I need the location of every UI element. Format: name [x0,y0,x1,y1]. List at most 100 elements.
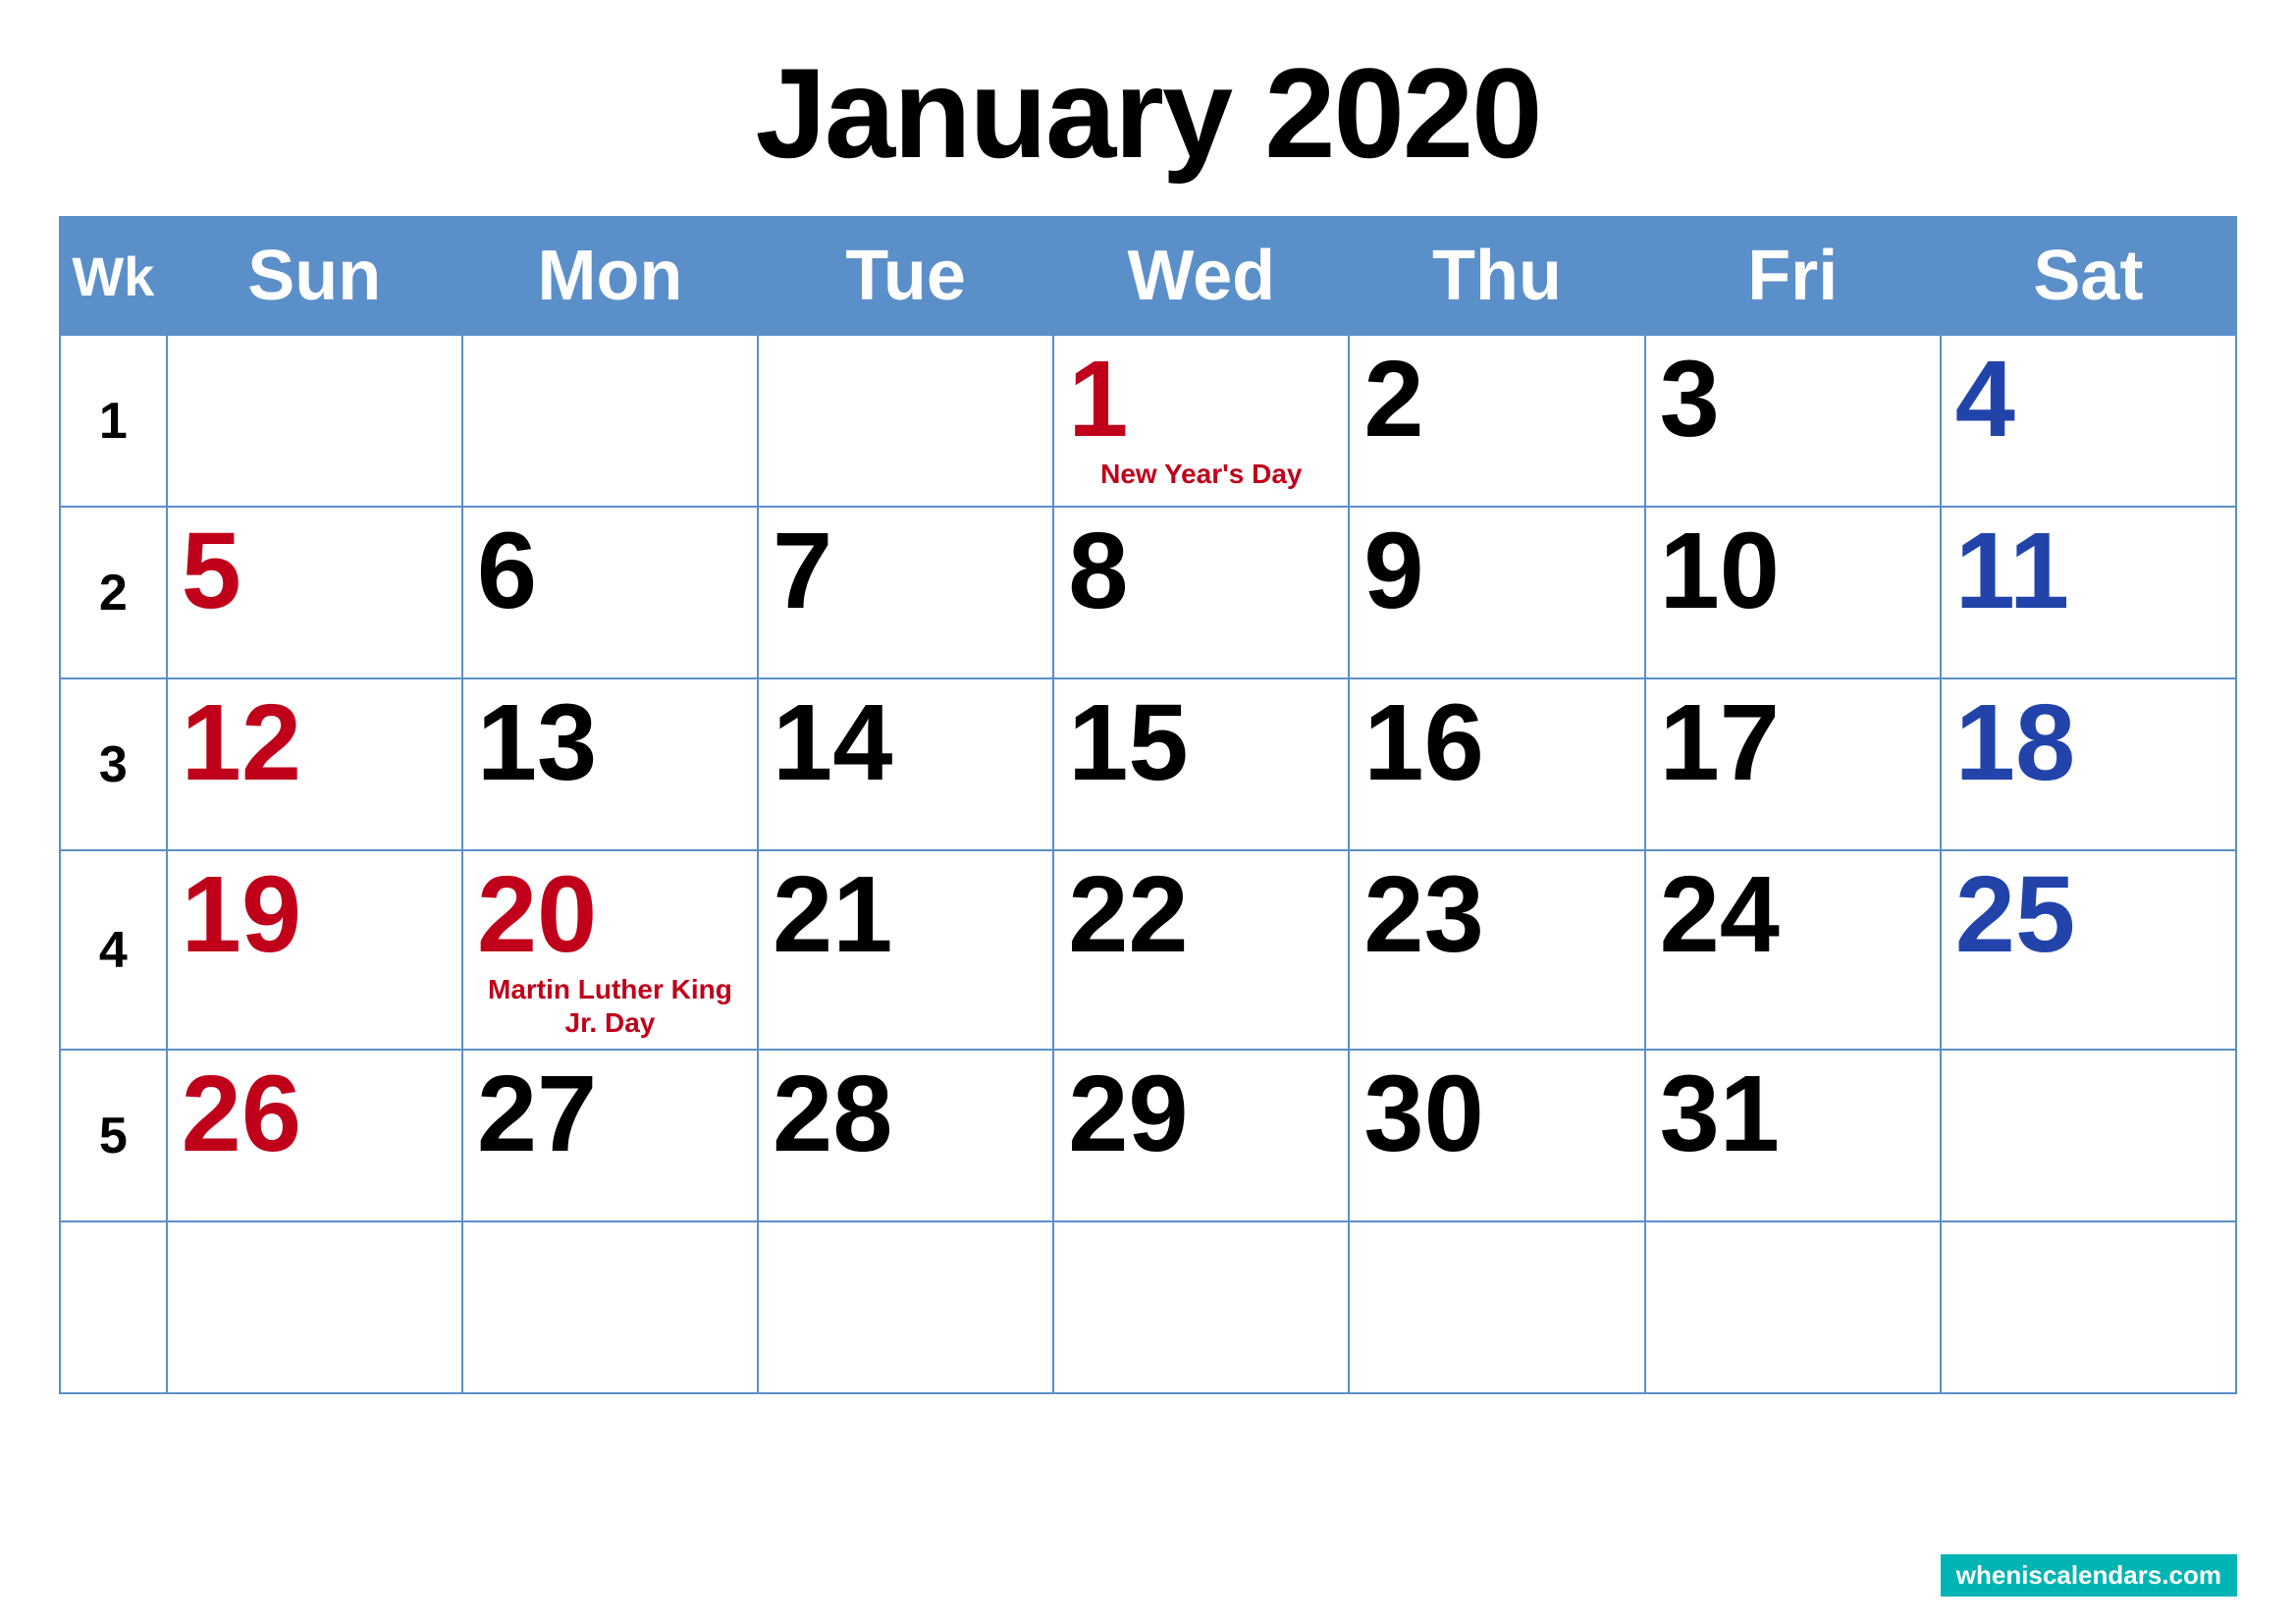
day-cell [758,1221,1053,1393]
watermark: wheniscalendars.com [1941,1554,2237,1597]
day-number: 29 [1068,1060,1334,1168]
day-cell: 20Martin Luther King Jr. Day [462,850,758,1050]
col-header-tue: Tue [758,217,1053,335]
day-cell: 19 [167,850,462,1050]
day-number: 7 [773,517,1039,625]
day-cell: 2 [1349,335,1644,507]
day-cell: 12 [167,678,462,850]
day-cell [462,335,758,507]
calendar-week-row [60,1221,2236,1393]
day-cell: 11 [1941,507,2236,678]
day-number: 6 [477,517,743,625]
col-header-sun: Sun [167,217,462,335]
col-header-thu: Thu [1349,217,1644,335]
day-number: 14 [773,689,1039,797]
day-number: 26 [182,1060,448,1168]
day-cell: 18 [1941,678,2236,850]
day-cell: 25 [1941,850,2236,1050]
day-cell: 24 [1645,850,1941,1050]
day-cell: 22 [1053,850,1349,1050]
day-number: 22 [1068,861,1334,969]
col-header-fri: Fri [1645,217,1941,335]
day-number: 9 [1363,517,1629,625]
day-cell: 6 [462,507,758,678]
day-number: 28 [773,1060,1039,1168]
week-number [60,1221,167,1393]
day-number: 2 [1363,346,1629,454]
day-cell: 3 [1645,335,1941,507]
day-cell: 30 [1349,1050,1644,1221]
day-number: 15 [1068,689,1334,797]
day-number: 1 [1068,346,1334,454]
week-number: 3 [60,678,167,850]
day-number: 25 [1955,861,2221,969]
day-number: 21 [773,861,1039,969]
day-cell: 16 [1349,678,1644,850]
col-header-wed: Wed [1053,217,1349,335]
holiday-label: New Year's Day [1068,458,1334,491]
day-cell: 29 [1053,1050,1349,1221]
day-cell: 17 [1645,678,1941,850]
day-number: 8 [1068,517,1334,625]
day-number: 19 [182,861,448,969]
day-number: 30 [1363,1060,1629,1168]
week-number: 2 [60,507,167,678]
day-cell: 10 [1645,507,1941,678]
day-number: 20 [477,861,743,969]
page-title: January 2020 [756,39,1541,187]
week-number: 1 [60,335,167,507]
day-cell: 5 [167,507,462,678]
day-cell [462,1221,758,1393]
col-header-wk: Wk [60,217,167,335]
week-number: 5 [60,1050,167,1221]
day-cell: 4 [1941,335,2236,507]
calendar-week-row: 256789 10 11 [60,507,2236,678]
day-cell: 27 [462,1050,758,1221]
day-cell: 15 [1053,678,1349,850]
day-cell: 13 [462,678,758,850]
calendar-wrapper: WkSunMonTueWedThuFriSat 11New Year's Day… [59,216,2237,1585]
day-cell: 21 [758,850,1053,1050]
day-cell [1645,1221,1941,1393]
day-number: 17 [1660,689,1926,797]
holiday-label: Martin Luther King Jr. Day [477,973,743,1039]
day-cell: 9 [1349,507,1644,678]
day-cell [758,335,1053,507]
day-number: 18 [1955,689,2221,797]
calendar-body: 11New Year's Day234256789101131213141516… [60,335,2236,1393]
calendar-week-row: 1 1 New Year's Day 234 [60,335,2236,507]
day-number: 13 [477,689,743,797]
day-cell [167,335,462,507]
day-cell: 31 [1645,1050,1941,1221]
day-cell [1941,1221,2236,1393]
day-number: 3 [1660,346,1926,454]
day-cell [1349,1221,1644,1393]
day-cell: 8 [1053,507,1349,678]
week-number: 4 [60,850,167,1050]
day-number: 10 [1660,517,1926,625]
day-number: 24 [1660,861,1926,969]
day-number: 5 [182,517,448,625]
day-number: 23 [1363,861,1629,969]
day-cell: 14 [758,678,1053,850]
day-cell: 23 [1349,850,1644,1050]
day-number: 4 [1955,346,2221,454]
day-number: 12 [182,689,448,797]
day-cell: 26 [167,1050,462,1221]
calendar-week-row: 526 27 28 29 3031 [60,1050,2236,1221]
day-cell [167,1221,462,1393]
day-number: 16 [1363,689,1629,797]
day-number: 11 [1955,517,2221,625]
day-cell: 1 New Year's Day [1053,335,1349,507]
day-cell [1053,1221,1349,1393]
col-header-mon: Mon [462,217,758,335]
calendar-week-row: 41920Martin Luther King Jr. Day212223242… [60,850,2236,1050]
day-cell: 7 [758,507,1053,678]
day-cell: 28 [758,1050,1053,1221]
col-header-sat: Sat [1941,217,2236,335]
day-cell [1941,1050,2236,1221]
calendar-table: WkSunMonTueWedThuFriSat 11New Year's Day… [59,216,2237,1394]
day-number: 27 [477,1060,743,1168]
calendar-week-row: 312 13 14 15 16 17 18 [60,678,2236,850]
calendar-header-row: WkSunMonTueWedThuFriSat [60,217,2236,335]
